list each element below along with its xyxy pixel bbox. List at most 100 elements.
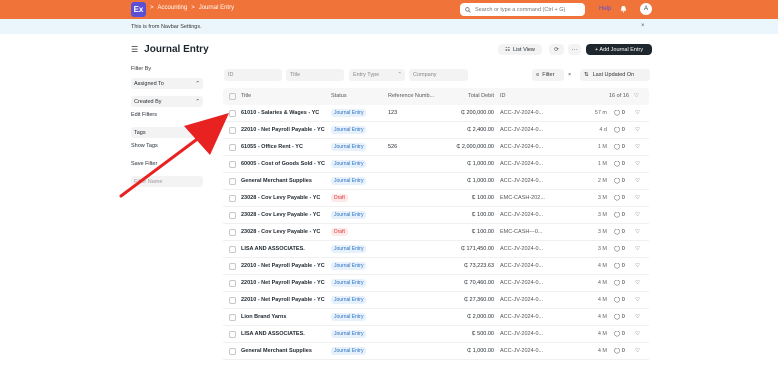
table-row[interactable]: 61055 - Office Rent - YC Journal Entry 526… [223, 139, 649, 156]
row-checkbox[interactable] [229, 246, 236, 253]
heart-icon[interactable]: ♡ [635, 161, 640, 167]
column-total-debit[interactable]: Total Debit [423, 93, 494, 99]
heart-icon[interactable]: ♡ [635, 280, 640, 286]
user-avatar[interactable]: A [640, 3, 652, 15]
title-filter[interactable]: Title [286, 69, 344, 81]
table-row[interactable]: 22010 - Net Payroll Payable - YC Journal … [223, 258, 649, 275]
more-button[interactable]: ··· [568, 44, 581, 55]
select-all-checkbox[interactable] [229, 93, 236, 100]
notification-bell-icon[interactable] [620, 5, 627, 13]
row-title[interactable]: General Merchant Supplies [241, 348, 326, 354]
help-menu[interactable]: Help [599, 6, 611, 12]
comment-count-value: 0 [621, 212, 625, 218]
row-checkbox[interactable] [229, 127, 236, 134]
table-row[interactable]: 61010 - Salaries & Wages - YC Journal Ent… [223, 105, 649, 122]
row-checkbox[interactable] [229, 314, 236, 321]
row-checkbox[interactable] [229, 110, 236, 117]
row-checkbox[interactable] [229, 280, 236, 287]
app-logo[interactable]: Ex [131, 2, 146, 17]
table-row[interactable]: General Merchant Supplies Journal Entry ₵ … [223, 343, 649, 360]
row-checkbox[interactable] [229, 263, 236, 270]
table-row[interactable]: 23028 - Cov Levy Payable - YC Draft ₵ 100.… [223, 190, 649, 207]
heart-icon[interactable]: ♡ [635, 195, 640, 201]
row-total-debit: ₵ 1,000.00 [467, 161, 494, 167]
row-title[interactable]: 22010 - Net Payroll Payable - YC [241, 280, 326, 286]
row-checkbox[interactable] [229, 161, 236, 168]
filter-button[interactable]: ≡ Filter [532, 69, 564, 81]
filter-name-input[interactable]: Filter Name [131, 176, 203, 187]
row-checkbox[interactable] [229, 229, 236, 236]
table-row[interactable]: 60005 - Cost of Goods Sold - YC Journal E… [223, 156, 649, 173]
row-checkbox[interactable] [229, 195, 236, 202]
breadcrumb-journal-entry[interactable]: Journal Entry [199, 5, 234, 11]
breadcrumb-accounting[interactable]: Accounting [158, 5, 188, 11]
edit-filters-link[interactable]: Edit Filters [131, 112, 203, 118]
heart-icon[interactable]: ♡ [635, 314, 640, 320]
row-title[interactable]: 23028 - Cov Levy Payable - YC [241, 195, 326, 201]
column-id[interactable]: ID [500, 93, 506, 99]
table-row[interactable]: LISA AND ASSOCIATES. Journal Entry ₵ 500.0… [223, 326, 649, 343]
row-title[interactable]: 23028 - Cov Levy Payable - YC [241, 229, 326, 235]
banner-close-icon[interactable]: × [641, 23, 645, 29]
table-row[interactable]: LISA AND ASSOCIATES. Journal Entry ₵ 171,4… [223, 241, 649, 258]
heart-icon[interactable]: ♡ [635, 178, 640, 184]
heart-icon[interactable]: ♡ [635, 348, 640, 354]
row-title[interactable]: 60005 - Cost of Goods Sold - YC [241, 161, 326, 167]
row-title[interactable]: Lion Brand Yarns [241, 314, 326, 320]
row-title[interactable]: 61055 - Office Rent - YC [241, 144, 326, 150]
row-title[interactable]: 22010 - Net Payroll Payable - YC [241, 263, 326, 269]
row-modified: 4 M [597, 263, 607, 269]
column-title[interactable]: Title [241, 93, 251, 99]
heart-icon[interactable]: ♡ [635, 297, 640, 303]
row-title[interactable]: LISA AND ASSOCIATES. [241, 246, 326, 252]
heart-icon[interactable]: ♡ [635, 212, 640, 218]
assigned-to-select[interactable]: Assigned To ⌃ [131, 78, 203, 89]
table-row[interactable]: Lion Brand Yarns Journal Entry ₵ 2,000.00 A… [223, 309, 649, 326]
table-row[interactable]: 22010 - Net Payroll Payable - YC Journal … [223, 275, 649, 292]
sidebar-toggle-icon[interactable]: ☰ [131, 45, 138, 54]
table-row[interactable]: 23028 - Cov Levy Payable - YC Draft ₵ 100.… [223, 224, 649, 241]
row-title[interactable]: 23028 - Cov Levy Payable - YC [241, 212, 326, 218]
heart-icon[interactable]: ♡ [635, 331, 640, 337]
row-title[interactable]: 61010 - Salaries & Wages - YC [241, 110, 326, 116]
heart-icon[interactable]: ♡ [635, 110, 640, 116]
comment-icon: ◯ [614, 331, 621, 337]
row-checkbox[interactable] [229, 212, 236, 219]
heart-icon[interactable]: ♡ [635, 229, 640, 235]
clear-filter-button[interactable]: × [564, 69, 576, 81]
row-checkbox[interactable] [229, 144, 236, 151]
row-checkbox[interactable] [229, 297, 236, 304]
table-row[interactable]: 22010 - Net Payroll Payable - YC Journal … [223, 292, 649, 309]
table-row[interactable]: 23028 - Cov Levy Payable - YC Journal Ent… [223, 207, 649, 224]
row-checkbox[interactable] [229, 348, 236, 355]
id-filter[interactable]: ID [224, 69, 282, 81]
comment-count-value: 0 [621, 331, 625, 337]
refresh-button[interactable]: ⟳ [549, 44, 564, 55]
tags-select[interactable]: Tags ⌃ [131, 127, 203, 138]
heart-icon[interactable]: ♡ [635, 246, 640, 252]
navbar: Ex > Accounting > Journal Entry Help A [0, 0, 778, 19]
row-checkbox[interactable] [229, 331, 236, 338]
table-row[interactable]: 22010 - Net Payroll Payable - YC Journal … [223, 122, 649, 139]
list-view-button[interactable]: ☷ List View [498, 44, 542, 55]
heart-icon[interactable]: ♡ [635, 144, 640, 150]
column-status[interactable]: Status [331, 93, 347, 99]
row-title[interactable]: LISA AND ASSOCIATES. [241, 331, 326, 337]
search-box[interactable] [460, 3, 585, 16]
company-filter[interactable]: Company [409, 69, 468, 81]
search-input[interactable] [475, 6, 580, 13]
row-checkbox[interactable] [229, 178, 236, 185]
sort-button[interactable]: ⇅ Last Updated On [580, 69, 650, 81]
heart-icon[interactable]: ♡ [635, 263, 640, 269]
row-title[interactable]: 22010 - Net Payroll Payable - YC [241, 127, 326, 133]
heart-icon[interactable]: ♡ [635, 127, 640, 133]
heart-icon[interactable]: ♡ [634, 93, 639, 99]
show-tags-link[interactable]: Show Tags [131, 143, 203, 149]
add-journal-entry-button[interactable]: + Add Journal Entry [586, 44, 652, 55]
comment-icon: ◯ [614, 110, 621, 116]
created-by-select[interactable]: Created By ⌃ [131, 96, 203, 107]
table-row[interactable]: General Merchant Supplies Journal Entry ₵ … [223, 173, 649, 190]
row-title[interactable]: General Merchant Supplies [241, 178, 326, 184]
entry-type-filter[interactable]: Entry Type ⌃ [349, 69, 405, 81]
row-title[interactable]: 22010 - Net Payroll Payable - YC [241, 297, 326, 303]
